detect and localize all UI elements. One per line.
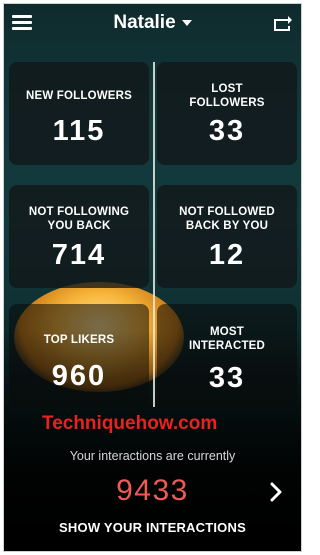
lost-followers-tile[interactable]: LOST FOLLOWERS 33 bbox=[157, 62, 297, 165]
account-name: Natalie bbox=[113, 12, 176, 33]
interactions-count: 9433 bbox=[116, 474, 189, 507]
top-likers-label: TOP LIKERS bbox=[43, 334, 115, 346]
not-followed-back-count: 12 bbox=[208, 239, 246, 271]
not-following-back-count: 714 bbox=[51, 239, 107, 271]
tile-divider bbox=[153, 62, 155, 407]
new-followers-tile[interactable]: NEW FOLLOWERS 115 bbox=[9, 62, 149, 165]
top-likers-tile[interactable]: TOP LIKERS 960 bbox=[9, 304, 149, 407]
caret-down-icon bbox=[181, 19, 192, 26]
lost-followers-label: LOST FOLLOWERS bbox=[189, 83, 265, 109]
lost-followers-count: 33 bbox=[208, 115, 246, 147]
most-interacted-count: 33 bbox=[208, 362, 246, 394]
new-followers-count: 115 bbox=[52, 115, 106, 147]
switch-account-icon[interactable] bbox=[271, 13, 293, 33]
watermark-text: Techniquehow.com bbox=[42, 413, 218, 434]
most-interacted-tile[interactable]: MOST INTERACTED 33 bbox=[157, 304, 297, 407]
not-followed-back-tile[interactable]: NOT FOLLOWED BACK BY YOU 12 bbox=[157, 185, 297, 288]
app-screen: Natalie NEW FOLLOWERS 115 LOST FOLLOWERS… bbox=[3, 3, 302, 552]
top-bar: Natalie bbox=[4, 4, 301, 44]
new-followers-label: NEW FOLLOWERS bbox=[25, 90, 133, 102]
account-selector[interactable]: Natalie bbox=[4, 12, 301, 34]
top-likers-count: 960 bbox=[51, 360, 107, 392]
not-following-back-tile[interactable]: NOT FOLLOWING YOU BACK 714 bbox=[9, 185, 149, 288]
not-followed-back-label: NOT FOLLOWED BACK BY YOU bbox=[179, 206, 275, 232]
not-following-back-label: NOT FOLLOWING YOU BACK bbox=[28, 206, 130, 232]
most-interacted-label: MOST INTERACTED bbox=[188, 326, 266, 352]
show-interactions-button[interactable]: SHOW YOUR INTERACTIONS bbox=[4, 520, 301, 535]
chevron-right-icon[interactable] bbox=[269, 482, 283, 502]
interactions-subtitle: Your interactions are currently bbox=[69, 449, 236, 463]
